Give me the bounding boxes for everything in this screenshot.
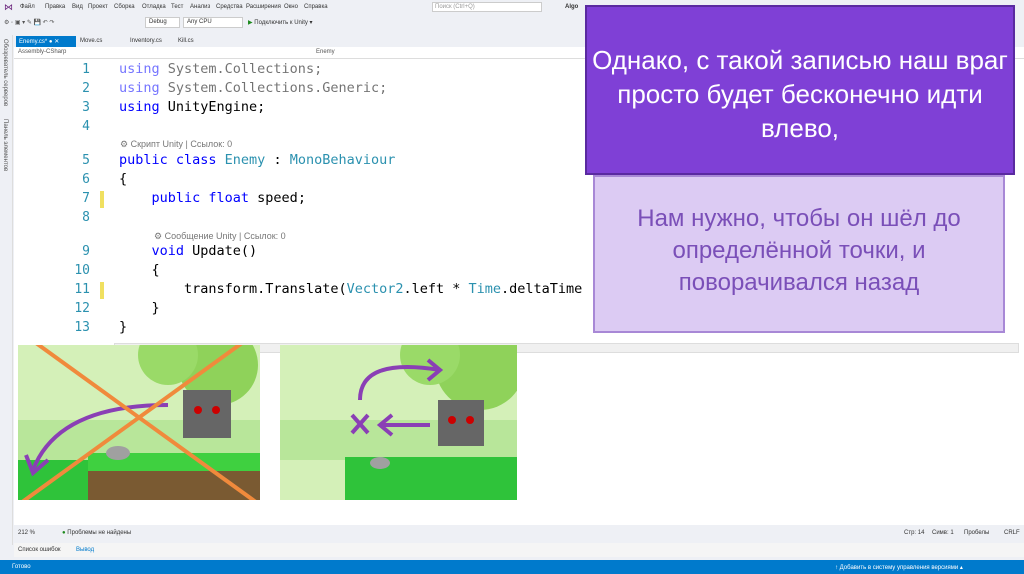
- menu-view[interactable]: Вид: [72, 4, 83, 10]
- tab-output[interactable]: Вывод: [76, 547, 94, 553]
- game-image-right: [280, 345, 517, 500]
- status-ready: Готово: [12, 564, 31, 570]
- line-number: 9: [82, 244, 90, 259]
- line-number: 6: [82, 172, 90, 187]
- menu-build[interactable]: Сборка: [114, 4, 135, 10]
- callout-main: Однако, с такой записью наш враг просто …: [585, 5, 1015, 175]
- class-dropdown[interactable]: Enemy: [316, 49, 335, 55]
- spiked-enemy-icon: [438, 400, 484, 446]
- search-input[interactable]: Поиск (Ctrl+Q): [432, 2, 542, 12]
- game-image-wrong: [18, 345, 260, 500]
- tab-inventory[interactable]: Inventory.cs: [130, 38, 162, 44]
- platform-select[interactable]: Any CPU: [183, 17, 243, 28]
- menu-test[interactable]: Тест: [171, 4, 183, 10]
- menu-window[interactable]: Окно: [284, 4, 298, 10]
- spaces-indicator[interactable]: Пробелы: [964, 530, 989, 536]
- code-line: transform.Translate(Vector2.left * Time.…: [119, 281, 583, 297]
- code-line: using System.Collections.Generic;: [119, 80, 388, 96]
- menu-analyze[interactable]: Анализ: [190, 4, 210, 10]
- codelens-method[interactable]: ⚙ Сообщение Unity | Ссылок: 0: [154, 231, 286, 242]
- change-marker: [100, 282, 104, 299]
- spiked-enemy-icon: [183, 390, 231, 438]
- toolbox-tab[interactable]: Панель элементов: [2, 119, 8, 171]
- line-number: 2: [82, 81, 90, 96]
- play-icon: ▶: [248, 20, 253, 26]
- menu-project[interactable]: Проект: [88, 4, 108, 10]
- window-title: Algo: [565, 4, 579, 10]
- game-scene-left: [18, 345, 260, 500]
- status-bar: Готово ↑ Добавить в систему управления в…: [0, 560, 1024, 574]
- line-number: 4: [82, 119, 90, 134]
- game-scene-right: [280, 345, 517, 500]
- tab-error-list[interactable]: Список ошибок: [18, 547, 61, 553]
- line-number: 12: [74, 301, 90, 316]
- zoom-level[interactable]: 212 %: [18, 530, 35, 536]
- tab-kill[interactable]: Kill.cs: [178, 38, 194, 44]
- line-number: 1: [82, 62, 90, 77]
- side-panel-strip: Обозреватель серверов Панель элементов: [0, 35, 13, 545]
- line-number: 8: [82, 210, 90, 225]
- code-line: public class Enemy : MonoBehaviour: [119, 152, 396, 168]
- code-line: }: [119, 319, 128, 335]
- menu-help[interactable]: Справка: [304, 4, 328, 10]
- callout-secondary: Нам нужно, чтобы он шёл до определённой …: [593, 175, 1005, 333]
- menu-file[interactable]: Файл: [20, 4, 35, 10]
- code-line: {: [119, 171, 128, 187]
- menu-edit[interactable]: Правка: [45, 4, 65, 10]
- line-number: 5: [82, 153, 90, 168]
- code-line: using System.Collections;: [119, 61, 323, 77]
- tab-move[interactable]: Move.cs: [80, 38, 102, 44]
- server-explorer-tab[interactable]: Обозреватель серверов: [2, 39, 8, 106]
- check-icon: ●: [62, 530, 66, 536]
- line-number: 11: [74, 282, 90, 297]
- eol-indicator[interactable]: CRLF: [1004, 530, 1020, 536]
- code-line: void Update(): [119, 243, 258, 259]
- line-number: 10: [74, 263, 90, 278]
- line-number: 7: [82, 191, 90, 206]
- menu-tools[interactable]: Средства: [216, 4, 243, 10]
- vs-logo-icon: ⋈: [4, 2, 13, 12]
- tab-enemy[interactable]: Enemy.cs* ● ✕: [16, 36, 76, 47]
- code-line: public float speed;: [119, 190, 306, 206]
- bottom-panel-tabs: Список ошибок Вывод: [14, 543, 1024, 557]
- add-to-source-control[interactable]: ↑ Добавить в систему управления версиями…: [835, 564, 963, 571]
- line-number: 3: [82, 100, 90, 115]
- attach-unity-button[interactable]: ▶ Подключить к Unity ▾: [248, 19, 313, 26]
- project-dropdown[interactable]: Assembly-CSharp: [18, 49, 66, 55]
- code-line: using UnityEngine;: [119, 99, 266, 115]
- toolbar-icons[interactable]: ⚙ ◦ ▣ ▾ ✎ 💾 ↶ ↷: [4, 19, 54, 26]
- problems-indicator[interactable]: ● Проблемы не найдены: [62, 530, 131, 536]
- codelens-class[interactable]: ⚙ Скрипт Unity | Ссылок: 0: [120, 139, 232, 150]
- config-select[interactable]: Debug: [145, 17, 180, 28]
- editor-status-line: 212 % ● Проблемы не найдены Стр: 14 Симв…: [14, 527, 1024, 539]
- menu-extensions[interactable]: Расширения: [246, 4, 281, 10]
- line-number: 13: [74, 320, 90, 335]
- change-marker: [100, 191, 104, 208]
- line-indicator: Стр: 14: [904, 530, 925, 536]
- code-line: }: [119, 300, 160, 316]
- menu-debug[interactable]: Отладка: [142, 4, 166, 10]
- code-line: {: [119, 262, 160, 278]
- col-indicator: Симв: 1: [932, 530, 954, 536]
